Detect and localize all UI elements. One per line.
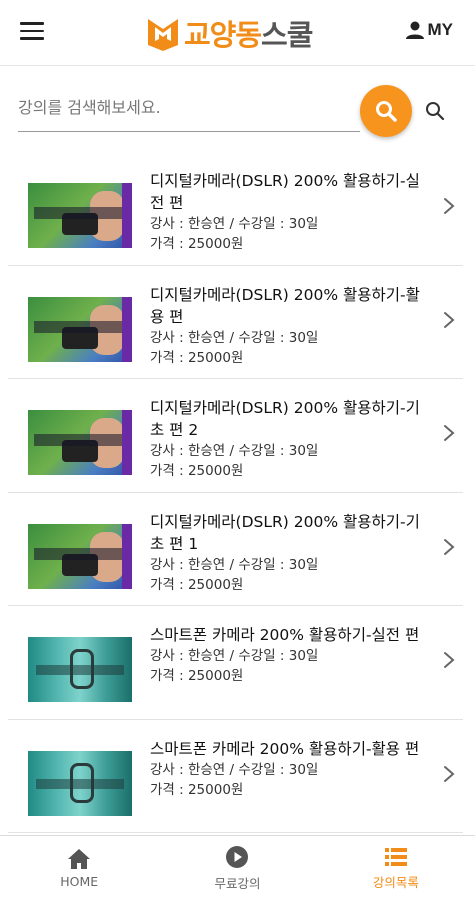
bottom-nav: HOME 무료강의 강의목록 xyxy=(0,835,475,900)
search-icon xyxy=(376,101,397,122)
search-button[interactable] xyxy=(360,85,412,137)
menu-icon[interactable] xyxy=(20,22,44,42)
course-price: 가격 : 25000원 xyxy=(150,463,244,479)
course-price: 가격 : 25000원 xyxy=(150,349,244,366)
search-input[interactable] xyxy=(18,92,360,132)
list-icon xyxy=(384,847,407,866)
my-label: MY xyxy=(427,20,454,39)
course-list-item[interactable]: 디지털카메라(DSLR) 200% 활용하기-실전 편강사 : 한승연 / 수강… xyxy=(8,152,463,266)
course-instructor: 강사 : 한승연 / 수강일 : 30일 xyxy=(150,761,319,778)
course-price: 가격 : 25000원 xyxy=(150,576,244,593)
course-thumbnail xyxy=(28,523,132,589)
logo-icon xyxy=(148,19,178,51)
search-clear-icon[interactable] xyxy=(424,100,446,122)
course-thumbnail xyxy=(28,296,132,362)
course-title: 디지털카메라(DSLR) 200% 활용하기-기초 편 1 xyxy=(150,512,420,553)
course-list-item[interactable]: 디지털카메라(DSLR) 200% 활용하기-기초 편 2 강사 : 한승연 / … xyxy=(8,379,463,493)
logo-text: 교양동스쿨 xyxy=(184,12,313,54)
nav-free-label: 무료강의 xyxy=(214,875,261,891)
course-info: 스마트폰 카메라 200% 활용하기-실전 편강사 : 한승연 / 수강일 : … xyxy=(150,624,420,686)
nav-course-list[interactable]: 강의목록 xyxy=(317,836,475,900)
course-title: 스마트폰 카메라 200% 활용하기-실전 편 xyxy=(150,626,420,644)
play-circle-icon xyxy=(226,845,249,868)
chevron-right-icon xyxy=(444,538,455,555)
course-info: 디지털카메라(DSLR) 200% 활용하기-활용 편강사 : 한승연 / 수강… xyxy=(150,284,420,368)
course-info: 스마트폰 카메라 200% 활용하기-활용 편강사 : 한승연 / 수강일 : … xyxy=(150,738,420,800)
course-instructor: 강사 : 한승연 / 수강일 : 30일 xyxy=(150,216,319,232)
course-title: 디지털카메라(DSLR) 200% 활용하기-활용 편 xyxy=(150,285,420,326)
course-list-item[interactable]: 스마트폰 카메라 200% 활용하기-활용 편강사 : 한승연 / 수강일 : … xyxy=(8,720,463,833)
course-thumbnail xyxy=(28,183,132,248)
logo-text-part2: 스쿨 xyxy=(261,18,313,52)
course-price: 가격 : 25000원 xyxy=(150,236,244,252)
course-thumbnail xyxy=(28,637,132,702)
nav-home-label: HOME xyxy=(60,873,99,889)
app-header: 교양동스쿨 MY xyxy=(0,0,475,66)
chevron-right-icon xyxy=(444,765,455,782)
course-thumbnail xyxy=(28,410,132,475)
nav-home[interactable]: HOME xyxy=(0,836,158,900)
course-info: 디지털카메라(DSLR) 200% 활용하기-실전 편강사 : 한승연 / 수강… xyxy=(150,170,420,254)
home-icon xyxy=(68,848,91,869)
chevron-right-icon xyxy=(444,198,455,214)
course-list: 디지털카메라(DSLR) 200% 활용하기-실전 편강사 : 한승연 / 수강… xyxy=(0,152,475,833)
search-bar xyxy=(0,66,475,146)
my-button[interactable]: MY xyxy=(405,20,454,40)
chevron-right-icon xyxy=(444,652,455,668)
logo-text-part1: 교양동 xyxy=(184,18,262,52)
user-icon xyxy=(405,21,424,39)
course-thumbnail xyxy=(28,750,132,816)
course-price: 가격 : 25000원 xyxy=(150,781,244,798)
nav-free-lectures[interactable]: 무료강의 xyxy=(158,836,316,900)
nav-list-label: 강의목록 xyxy=(372,874,419,890)
course-instructor: 강사 : 한승연 / 수강일 : 30일 xyxy=(150,443,319,459)
chevron-right-icon xyxy=(444,425,455,441)
course-list-item[interactable]: 디지털카메라(DSLR) 200% 활용하기-활용 편강사 : 한승연 / 수강… xyxy=(8,266,463,379)
course-instructor: 강사 : 한승연 / 수강일 : 30일 xyxy=(150,556,319,573)
course-list-item[interactable]: 스마트폰 카메라 200% 활용하기-실전 편강사 : 한승연 / 수강일 : … xyxy=(8,606,463,720)
course-instructor: 강사 : 한승연 / 수강일 : 30일 xyxy=(150,648,319,664)
course-info: 디지털카메라(DSLR) 200% 활용하기-기초 편 1 강사 : 한승연 / … xyxy=(150,511,420,595)
app-logo[interactable]: 교양동스쿨 xyxy=(146,12,313,54)
course-info: 디지털카메라(DSLR) 200% 활용하기-기초 편 2 강사 : 한승연 / … xyxy=(150,397,420,481)
chevron-right-icon xyxy=(444,311,455,328)
course-price: 가격 : 25000원 xyxy=(150,668,244,684)
course-instructor: 강사 : 한승연 / 수강일 : 30일 xyxy=(150,329,319,346)
course-title: 스마트폰 카메라 200% 활용하기-활용 편 xyxy=(150,739,420,758)
course-title: 디지털카메라(DSLR) 200% 활용하기-기초 편 2 xyxy=(150,399,420,439)
course-list-item[interactable]: 디지털카메라(DSLR) 200% 활용하기-기초 편 1 강사 : 한승연 / … xyxy=(8,493,463,606)
course-title: 디지털카메라(DSLR) 200% 활용하기-실전 편 xyxy=(150,172,420,212)
